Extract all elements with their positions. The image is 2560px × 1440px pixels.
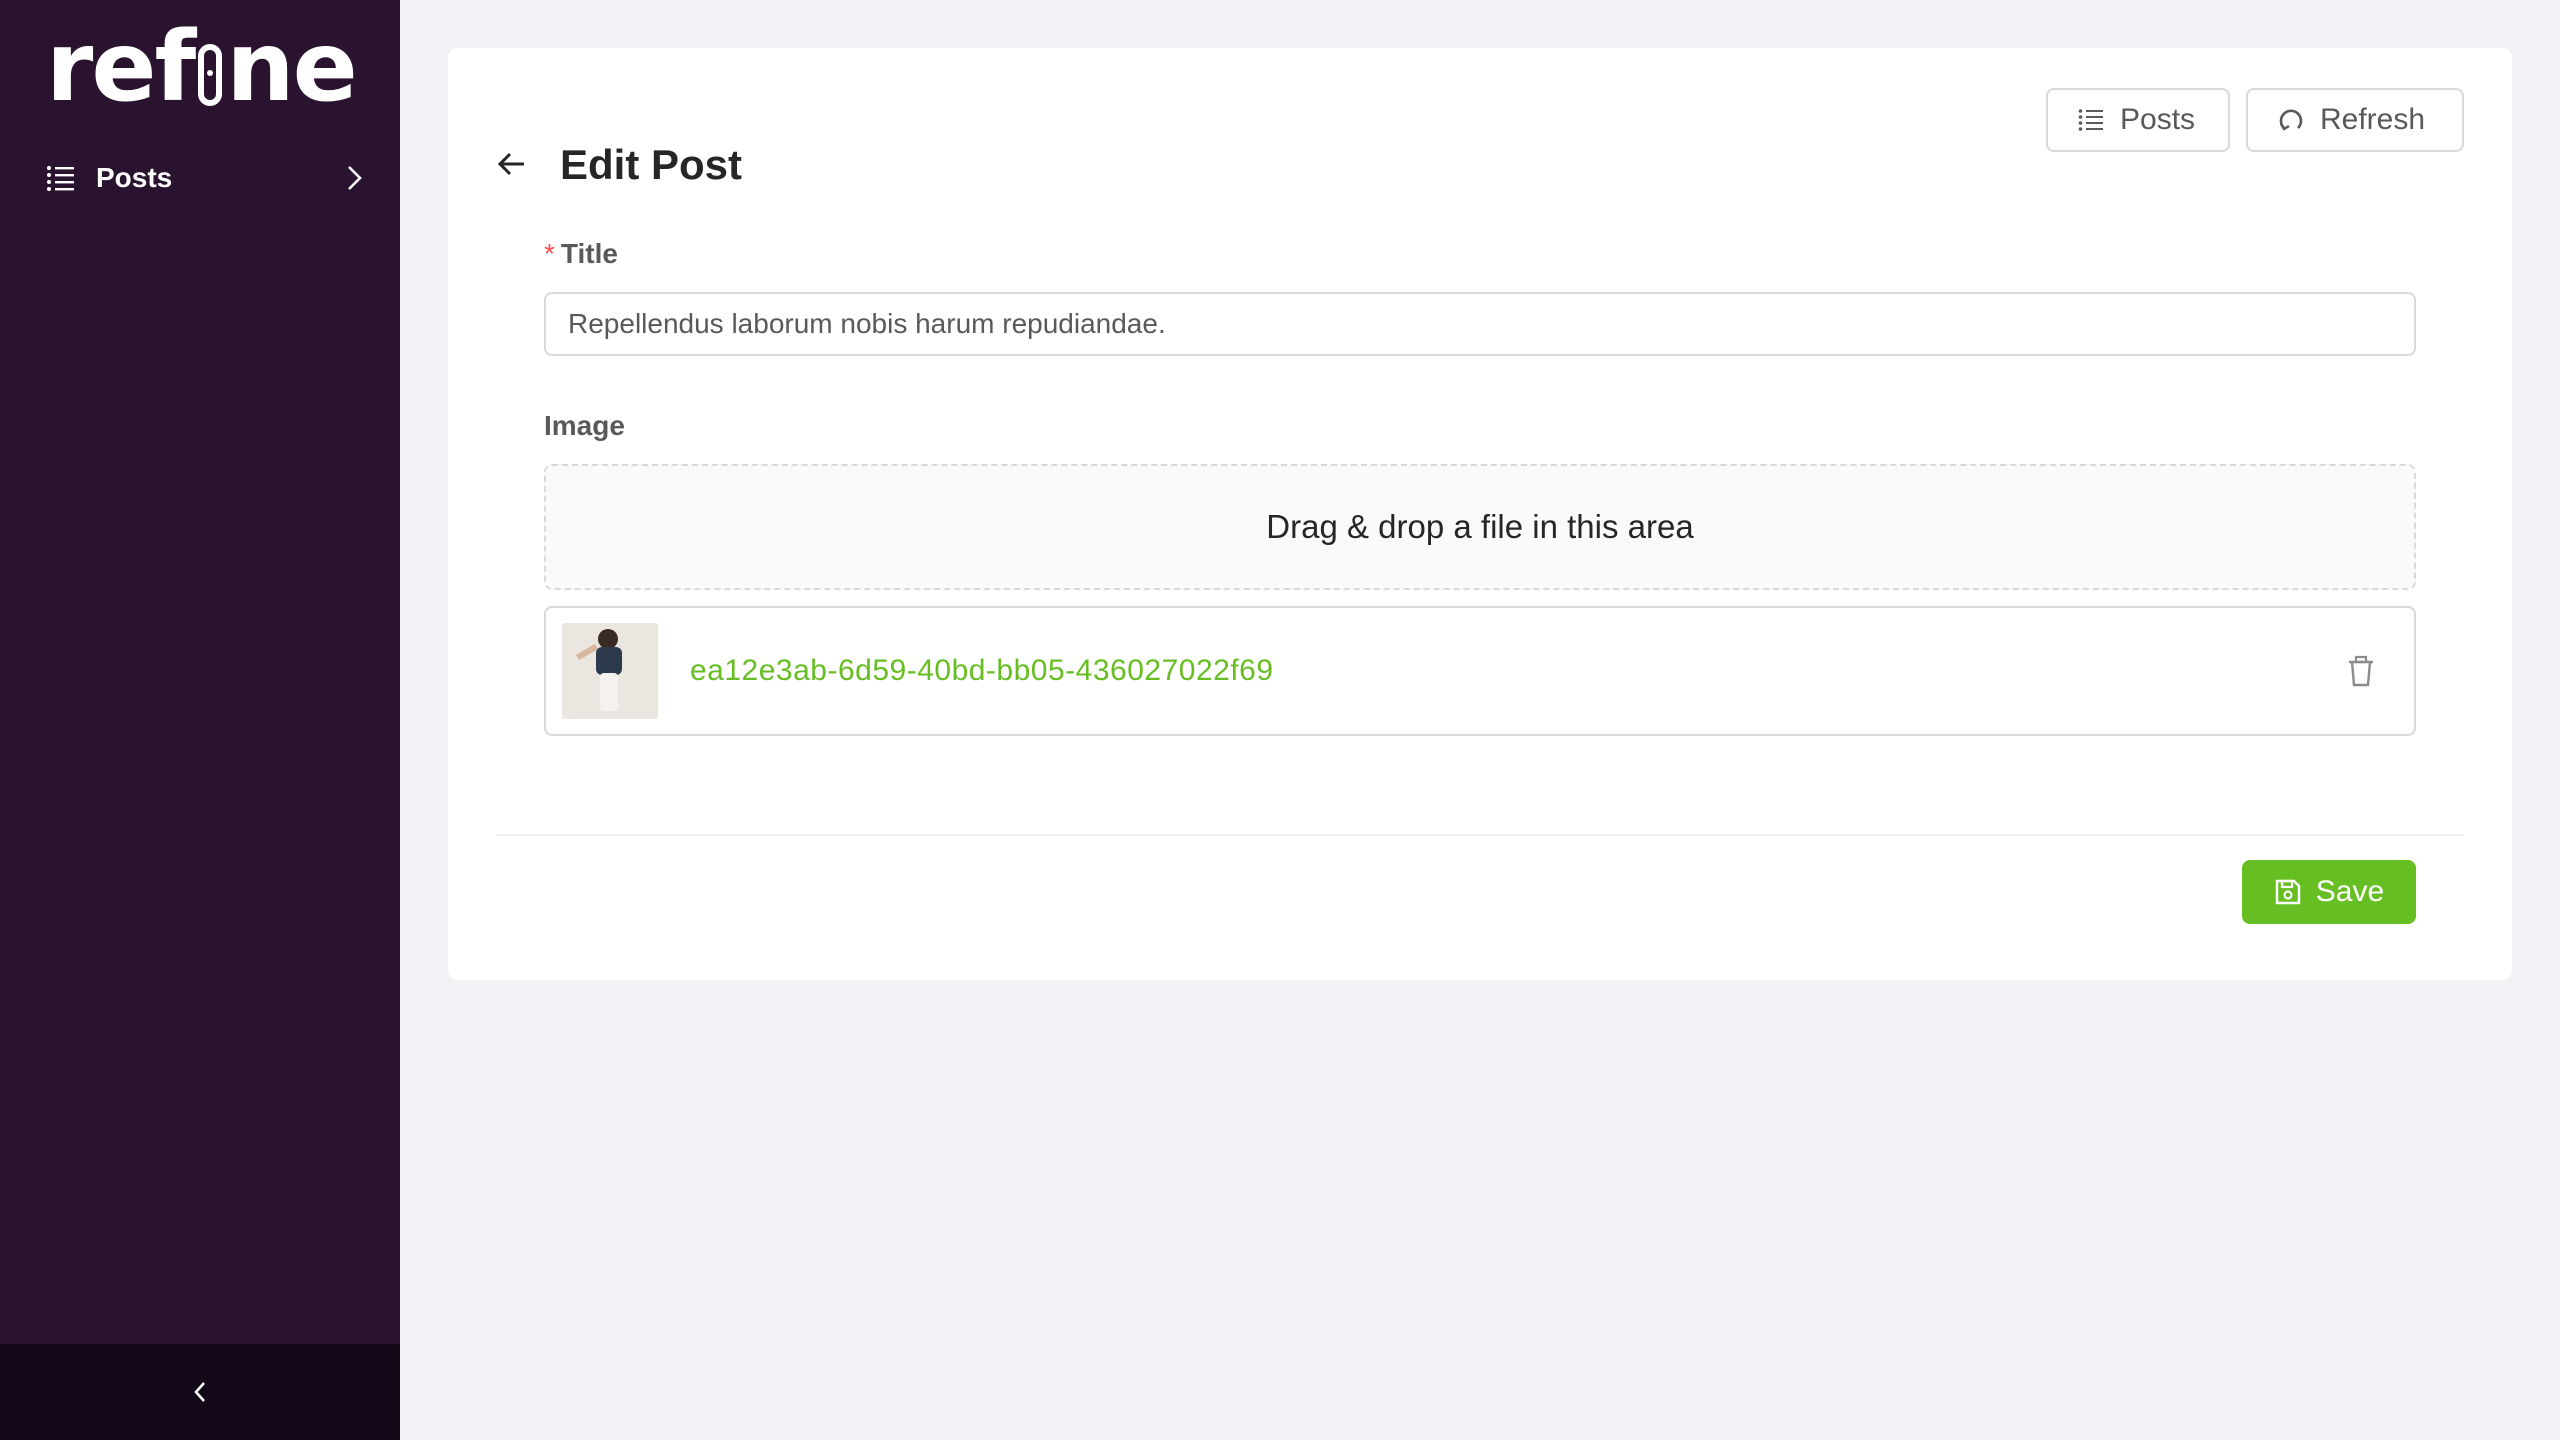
chevron-left-icon bbox=[194, 1382, 205, 1402]
list-icon bbox=[2078, 109, 2103, 131]
sidebar-item-label: Posts bbox=[96, 162, 173, 193]
refine-logo[interactable]: ref ne bbox=[46, 19, 358, 115]
refresh-icon bbox=[2279, 109, 2303, 131]
image-dropzone[interactable]: Drag & drop a file in this area bbox=[544, 464, 2416, 590]
refresh-button[interactable]: Refresh bbox=[2246, 88, 2464, 152]
footer-divider bbox=[496, 834, 2464, 836]
file-name-link[interactable]: ea12e3ab-6d59-40bd-bb05-436027022f69 bbox=[690, 654, 2346, 688]
list-icon bbox=[47, 166, 74, 191]
posts-list-button[interactable]: Posts bbox=[2046, 88, 2230, 152]
arrow-left-icon[interactable] bbox=[496, 148, 528, 180]
image-thumbnail[interactable] bbox=[562, 623, 658, 719]
save-button[interactable]: Save bbox=[2242, 860, 2416, 924]
save-button-label: Save bbox=[2315, 875, 2385, 908]
sidebar-item-posts[interactable]: Posts bbox=[46, 158, 366, 198]
sidebar-collapse-button[interactable] bbox=[0, 1344, 400, 1440]
trash-icon[interactable] bbox=[2346, 655, 2376, 687]
title-input[interactable] bbox=[544, 292, 2416, 356]
refresh-button-label: Refresh bbox=[2320, 103, 2426, 136]
sidebar: ref ne Posts bbox=[0, 0, 400, 1440]
page-title: Edit Post bbox=[560, 141, 743, 188]
save-icon bbox=[2275, 879, 2300, 905]
chevron-right-icon bbox=[348, 166, 362, 190]
uploaded-file-item: ea12e3ab-6d59-40bd-bb05-436027022f69 bbox=[544, 606, 2416, 736]
posts-button-label: Posts bbox=[2120, 103, 2196, 136]
image-label: Image bbox=[544, 410, 625, 441]
title-label: * Title bbox=[544, 238, 618, 269]
edit-post-card: Edit Post Posts Refresh *Title Image Dra… bbox=[448, 48, 2512, 980]
logo-pill-icon bbox=[198, 44, 223, 106]
required-marker: * bbox=[544, 238, 555, 269]
dropzone-text: Drag & drop a file in this area bbox=[1266, 508, 1694, 545]
